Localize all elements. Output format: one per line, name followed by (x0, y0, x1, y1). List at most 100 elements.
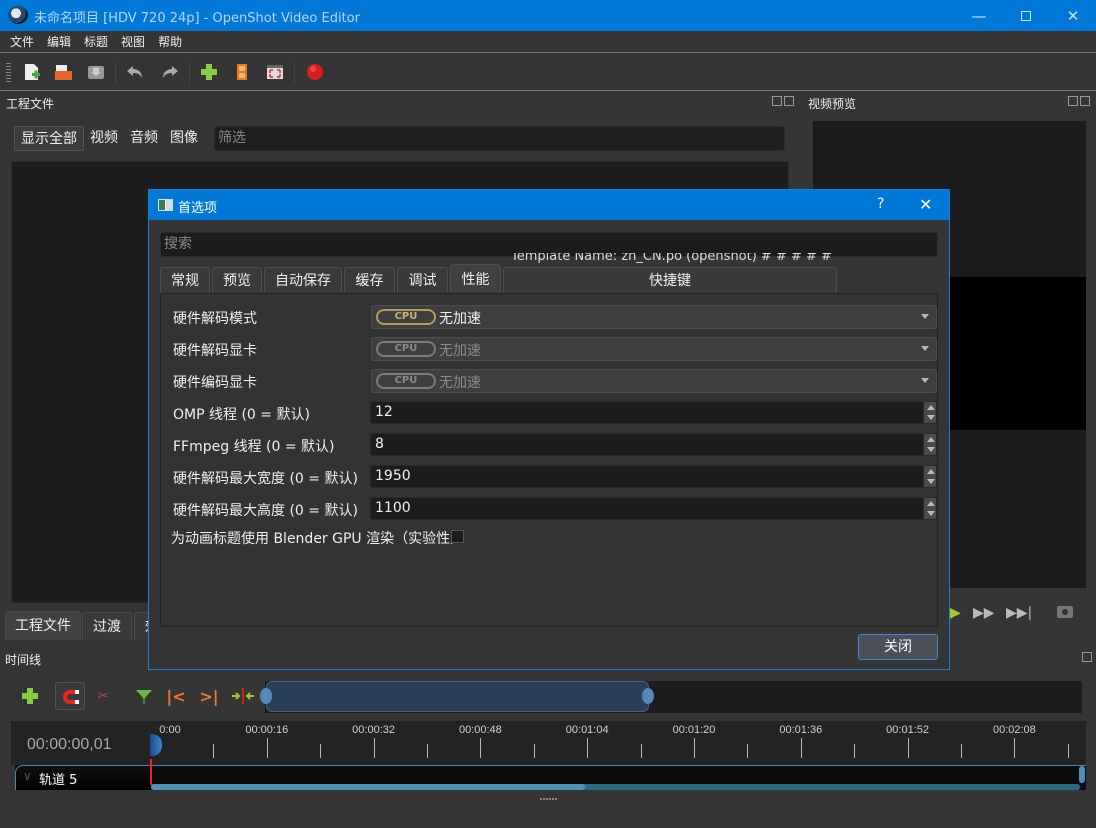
menu-title[interactable]: 标题 (84, 33, 108, 50)
float-icon[interactable] (1068, 96, 1078, 106)
hw-decode-mode-label: 硬件解码模式 (173, 311, 257, 327)
filter-audio[interactable]: 音频 (124, 126, 164, 151)
ruler-minor-tick (640, 744, 642, 758)
track-header[interactable]: ∨ 轨道 5 (15, 765, 151, 790)
tab-debug[interactable]: 调试 (397, 267, 448, 294)
minimize-button[interactable]: — (956, 0, 1002, 31)
export-video-button[interactable] (305, 62, 325, 82)
close-window-button[interactable]: ✕ (1050, 0, 1096, 31)
jump-to-end-button[interactable]: ▶▶| (1006, 605, 1032, 621)
dock-splitter[interactable] (540, 798, 558, 800)
help-button[interactable]: ? (877, 196, 884, 212)
undo-button[interactable] (125, 62, 145, 82)
vertical-scrollbar[interactable] (1079, 766, 1085, 783)
overlapping-template-text: Template Name: zh_CN.po (openshot) # # #… (511, 253, 831, 264)
horizontal-scrollbar-thumb[interactable] (151, 784, 585, 790)
center-playhead-button[interactable] (231, 686, 255, 706)
close-dock-icon[interactable] (1080, 96, 1090, 106)
camera-icon (1062, 609, 1068, 615)
fast-forward-button[interactable]: ▶▶ (973, 605, 995, 621)
spin-up-icon[interactable] (927, 437, 935, 442)
tab-performance[interactable]: 性能 (450, 264, 501, 294)
add-track-button[interactable] (20, 686, 40, 706)
omp-threads-value: 12 (375, 404, 393, 420)
hw-encode-card-select[interactable]: CPU 无加速 (371, 369, 937, 393)
spin-down-icon[interactable] (927, 479, 935, 484)
hw-max-width-spinbox[interactable]: 1950 (370, 465, 937, 488)
menu-help[interactable]: 帮助 (158, 33, 182, 50)
spin-buttons[interactable] (923, 498, 936, 519)
tab-preview[interactable]: 预览 (212, 267, 262, 294)
razor-button[interactable]: ✂ (93, 686, 113, 706)
zoom-end-handle[interactable] (642, 688, 654, 704)
close-dock-icon[interactable] (784, 96, 794, 106)
float-icon[interactable] (1082, 652, 1092, 662)
fullscreen-button[interactable] (265, 62, 285, 82)
omp-threads-spinbox[interactable]: 12 (370, 401, 937, 424)
hw-max-height-spinbox[interactable]: 1100 (370, 497, 937, 520)
spin-up-icon[interactable] (927, 469, 935, 474)
close-dialog-button[interactable]: ✕ (919, 195, 932, 214)
ruler-major-tick (266, 738, 268, 758)
tab-shortcuts[interactable]: 快捷键 (503, 267, 837, 294)
save-project-icon (88, 66, 104, 79)
import-files-button[interactable] (199, 62, 219, 82)
profile-icon (237, 64, 247, 80)
zoom-start-handle[interactable] (260, 688, 272, 704)
main-toolbar (0, 54, 1096, 91)
open-project-icon (55, 65, 72, 80)
filter-image[interactable]: 图像 (164, 126, 204, 151)
timeline-ruler[interactable]: 00:00:00,01 0:00 00:00:16 00:00:32 00:00:48… (11, 721, 1086, 765)
collapse-track-icon[interactable]: ∨ (23, 769, 32, 783)
previous-marker-button[interactable]: |< (166, 686, 186, 706)
spin-up-icon[interactable] (927, 501, 935, 506)
add-track-icon (22, 688, 38, 704)
menu-view[interactable]: 视图 (121, 33, 145, 50)
hw-encode-card-label: 硬件编码显卡 (173, 375, 257, 391)
ruler-label: 00:01:04 (565, 724, 609, 736)
ruler-major-tick (800, 738, 802, 758)
timeline-zoom-selection[interactable] (266, 681, 649, 712)
play-button[interactable]: ▶ (950, 605, 961, 621)
chevron-down-icon (921, 378, 929, 383)
track-lane[interactable] (151, 765, 1086, 785)
close-button[interactable]: 关闭 (858, 634, 938, 660)
tab-general[interactable]: 常规 (160, 267, 210, 294)
playhead-handle[interactable] (150, 734, 162, 756)
spin-down-icon[interactable] (927, 447, 935, 452)
redo-button[interactable] (160, 62, 180, 82)
toolbar-grip[interactable] (6, 63, 11, 83)
add-marker-button[interactable] (134, 686, 154, 706)
menu-edit[interactable]: 编辑 (47, 33, 71, 50)
menu-file[interactable]: 文件 (10, 33, 34, 50)
hw-decode-mode-select[interactable]: CPU 无加速 (371, 305, 937, 329)
filter-input[interactable]: 筛选 (214, 126, 785, 151)
spin-buttons[interactable] (923, 402, 936, 423)
open-project-button[interactable] (53, 62, 73, 82)
snapshot-button[interactable] (1057, 606, 1073, 618)
filter-show-all[interactable]: 显示全部 (14, 126, 84, 151)
center-playhead-icon (232, 688, 254, 704)
hw-decode-card-select[interactable]: CPU 无加速 (371, 337, 937, 361)
maximize-button[interactable] (1003, 0, 1049, 31)
toolbar-separator (294, 62, 295, 84)
spin-up-icon[interactable] (927, 405, 935, 410)
blender-gpu-checkbox[interactable] (451, 530, 464, 543)
save-project-button[interactable] (86, 62, 106, 82)
bottom-tab-project-files[interactable]: 工程文件 (5, 611, 81, 640)
next-marker-button[interactable]: >| (199, 686, 219, 706)
ruler-major-tick (907, 738, 909, 758)
spin-buttons[interactable] (923, 434, 936, 455)
bottom-tab-transitions[interactable]: 过渡 (82, 612, 132, 640)
filter-video[interactable]: 视频 (84, 126, 124, 151)
spin-down-icon[interactable] (927, 415, 935, 420)
float-icon[interactable] (772, 96, 782, 106)
spin-down-icon[interactable] (927, 511, 935, 516)
profile-button[interactable] (232, 62, 252, 82)
snap-toggle-button[interactable] (55, 682, 85, 710)
ffmpeg-threads-spinbox[interactable]: 8 (370, 433, 937, 456)
tab-cache[interactable]: 缓存 (344, 267, 395, 294)
spin-buttons[interactable] (923, 466, 936, 487)
tab-autosave[interactable]: 自动保存 (264, 267, 342, 294)
new-project-button[interactable] (22, 62, 42, 82)
